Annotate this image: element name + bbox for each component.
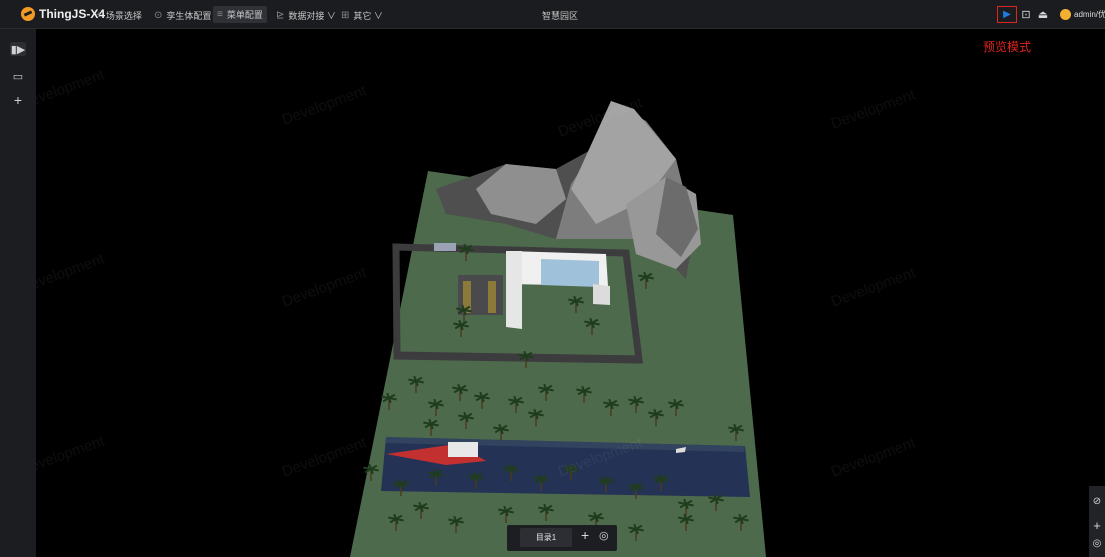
palm-tree — [733, 513, 749, 531]
palm-tree — [363, 463, 379, 481]
palm-tree — [648, 408, 664, 426]
palm-tree — [576, 385, 592, 403]
3d-viewport[interactable]: Development Development Development Deve… — [36, 29, 1105, 557]
avatar[interactable] — [1060, 9, 1071, 20]
bottom-directory-bar: 目录1 + ◎ — [507, 525, 617, 551]
palm-tree — [388, 513, 404, 531]
menu-twin-config[interactable]: ⊙ 孪生体配置 — [154, 8, 211, 22]
palm-tree — [448, 515, 464, 533]
menu-scene-select[interactable]: + 场景选择 — [96, 8, 142, 22]
twin-icon: ⊙ — [154, 9, 163, 21]
palm-tree — [453, 319, 469, 337]
palm-tree — [508, 395, 524, 413]
palm-tree — [428, 468, 444, 486]
grid-icon: ⊞ — [341, 9, 350, 21]
palm-tree — [678, 498, 694, 516]
palm-tree — [413, 501, 429, 519]
compass-icon[interactable]: ⊘ — [1091, 494, 1103, 508]
palm-tree — [584, 317, 600, 335]
palm-tree — [598, 475, 614, 493]
palm-tree — [452, 383, 468, 401]
menu-label: 菜单配置 — [226, 10, 263, 20]
add-icon[interactable]: + — [10, 92, 26, 108]
publish-icon[interactable]: ⏏ — [1036, 6, 1050, 23]
palm-tree — [708, 493, 724, 511]
palm-tree — [458, 411, 474, 429]
palm-tree — [428, 398, 444, 416]
menu-label: 数据对接 ∨ — [288, 10, 336, 21]
palm-tree — [728, 423, 744, 441]
palm-tree — [628, 481, 644, 499]
palm-tree — [678, 513, 694, 531]
palm-tree — [668, 398, 684, 416]
menu-data-connect[interactable]: ⊵ 数据对接 ∨ — [276, 8, 336, 22]
palm-tree — [533, 473, 549, 491]
menu-icon: ≡ — [217, 9, 223, 20]
palm-tree — [468, 471, 484, 489]
palm-tree — [423, 418, 439, 436]
tree-layer — [363, 243, 749, 541]
palm-tree — [458, 243, 474, 261]
right-tool-panel: ⊘ + ◎ — [1089, 486, 1105, 557]
palm-tree — [493, 423, 509, 441]
palm-tree — [603, 398, 619, 416]
locate-icon[interactable]: ◎ — [1091, 536, 1103, 550]
palm-tree — [381, 392, 397, 410]
thingjs-logo-icon — [21, 7, 35, 21]
add-directory-icon[interactable]: + — [581, 527, 589, 543]
scene-layer-icon[interactable]: ▮▶ — [10, 42, 26, 56]
palm-tree — [503, 463, 519, 481]
top-toolbar: ThingJS-X4 + 场景选择 ⊙ 孪生体配置 ≡ 菜单配置 ⊵ 数据对接 ∨ ⊞ 其… — [0, 0, 1105, 29]
plus-icon: + — [96, 9, 102, 21]
left-sidebar: ▮▶ ▭ + — [0, 29, 36, 557]
palm-tree — [474, 391, 490, 409]
palm-tree — [518, 350, 534, 368]
menu-label: 孪生体配置 — [166, 10, 212, 21]
palm-tree — [628, 523, 644, 541]
palm-tree — [638, 271, 654, 289]
palm-tree — [653, 473, 669, 491]
palm-tree — [408, 375, 424, 393]
save-icon[interactable]: ⊡ — [1019, 6, 1033, 23]
palm-tree — [628, 395, 644, 413]
palm-tree — [456, 304, 472, 322]
menu-menu-config[interactable]: ≡ 菜单配置 — [213, 6, 267, 23]
palm-tree — [528, 408, 544, 426]
scene-title: 智慧园区 — [542, 11, 579, 21]
zoom-in-icon[interactable]: + — [1091, 518, 1103, 533]
target-icon[interactable]: ◎ — [599, 529, 609, 542]
directory-tab[interactable]: 目录1 — [520, 528, 572, 547]
menu-label: 场景选择 — [105, 10, 142, 21]
menu-other[interactable]: ⊞ 其它 ∨ — [341, 8, 383, 22]
user-name[interactable]: admin/优易 — [1074, 9, 1105, 20]
preview-button[interactable]: ▶ — [997, 6, 1017, 23]
palm-tree — [393, 478, 409, 496]
data-icon: ⊵ — [276, 9, 285, 21]
palm-tree — [538, 383, 554, 401]
panel-icon[interactable]: ▭ — [10, 69, 26, 83]
menu-label: 其它 ∨ — [353, 10, 383, 21]
palm-tree — [498, 505, 514, 523]
palm-tree — [568, 295, 584, 313]
palm-tree — [538, 503, 554, 521]
